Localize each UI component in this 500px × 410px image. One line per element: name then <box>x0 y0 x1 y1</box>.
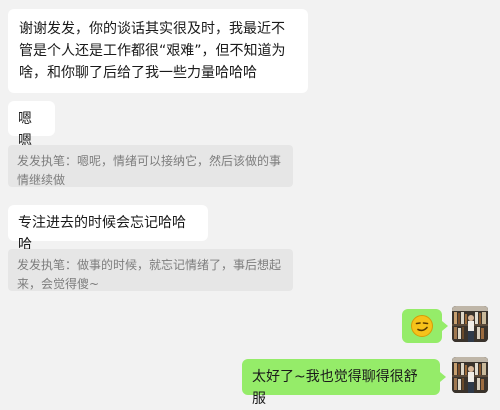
bubble-tail <box>442 321 448 331</box>
user-avatar[interactable] <box>452 306 488 342</box>
quoted-message[interactable]: 发发执笔：嗯呢，情绪可以接纳它，然后该做的事情继续做 <box>8 145 293 187</box>
outgoing-message[interactable]: 太好了~我也觉得聊得很舒服 <box>242 359 440 407</box>
incoming-message[interactable]: 专注进去的时候会忘记哈哈哈 <box>8 205 208 253</box>
smirk-emoji <box>411 315 433 337</box>
bubble-tail <box>440 372 446 382</box>
bookshelf-avatar-image <box>452 306 488 342</box>
chat-window: 谢谢发发，你的谈话其实很及时，我最近不管是个人还是工作都很“艰难”，但不知道为啥… <box>0 0 500 408</box>
bookshelf-avatar-image <box>452 357 488 393</box>
incoming-message[interactable]: 嗯嗯 <box>8 101 55 149</box>
user-avatar[interactable] <box>452 357 488 393</box>
outgoing-sticker[interactable] <box>402 309 442 343</box>
quoted-message[interactable]: 发发执笔：做事的时候，就忘记情绪了，事后想起来，会觉得傻~ <box>8 249 293 291</box>
incoming-message[interactable]: 谢谢发发，你的谈话其实很及时，我最近不管是个人还是工作都很“艰难”，但不知道为啥… <box>8 9 308 93</box>
